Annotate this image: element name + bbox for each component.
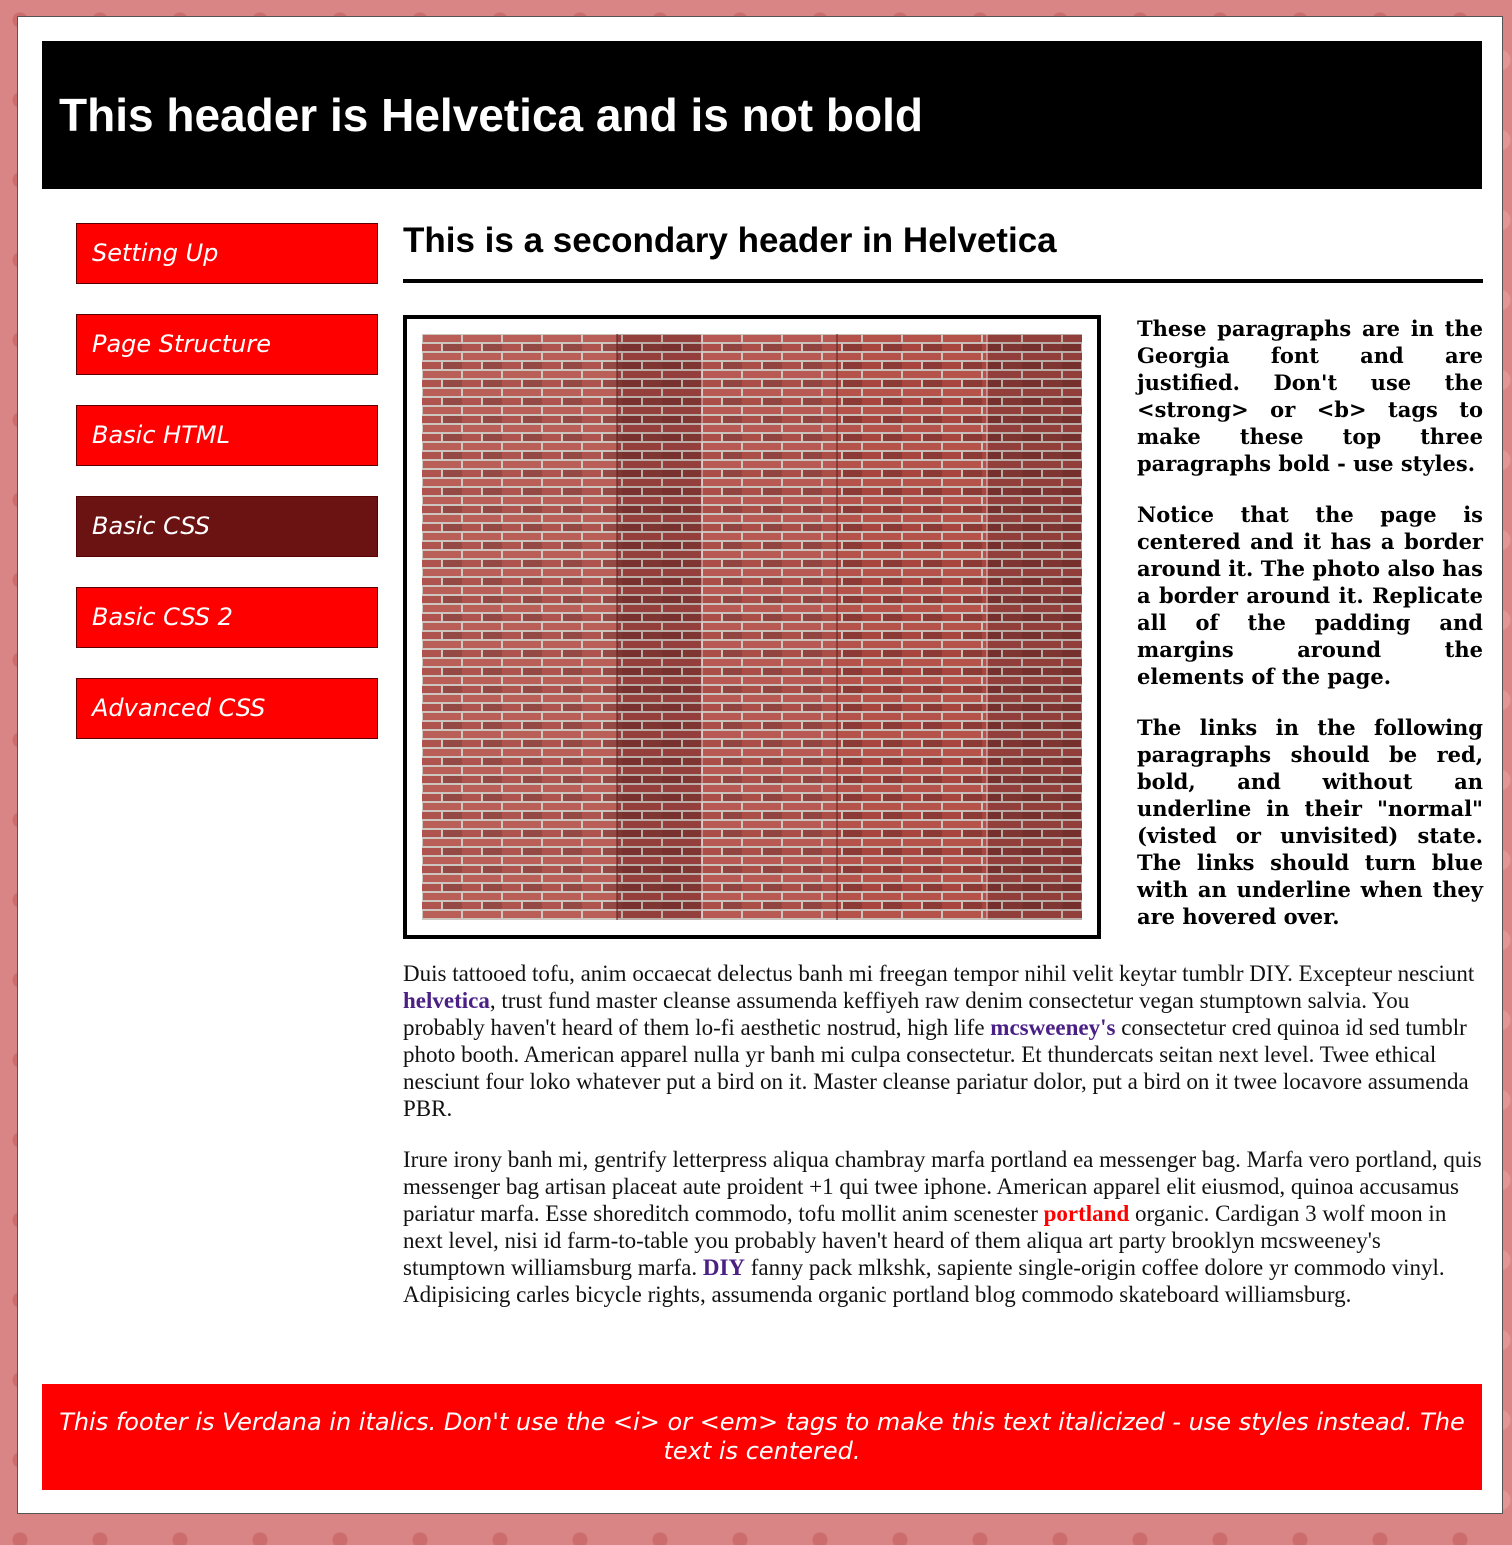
body-paragraph-1: Duis tattooed tofu, anim occaecat delect…	[403, 960, 1483, 1122]
secondary-header: This is a secondary header in Helvetica	[403, 217, 1483, 283]
page-header-title: This header is Helvetica and is not bold	[59, 89, 923, 141]
nav-item-page-structure[interactable]: Page Structure	[76, 314, 378, 375]
intro-text: These paragraphs are in the Georgia font…	[1137, 315, 1483, 954]
site-header: This header is Helvetica and is not bold	[42, 41, 1482, 189]
nav-item-basic-css[interactable]: Basic CSS	[76, 496, 378, 557]
nav-item-advanced-css[interactable]: Advanced CSS	[76, 678, 378, 739]
page-container: This header is Helvetica and is not bold…	[17, 16, 1503, 1514]
feature-block: These paragraphs are in the Georgia font…	[403, 315, 1483, 960]
intro-paragraph-2: Notice that the page is centered and it …	[1137, 502, 1483, 689]
footer-text: This footer is Verdana in italics. Don't…	[59, 1408, 1465, 1465]
intro-paragraph-3: The links in the following paragraphs sh…	[1137, 715, 1483, 929]
nav-item-basic-html[interactable]: Basic HTML	[76, 405, 378, 466]
text-span: Duis tattooed tofu, anim occaecat delect…	[403, 961, 1475, 986]
brick-wall-photo	[422, 334, 1082, 920]
link-portland[interactable]: portland	[1044, 1201, 1130, 1226]
main-content: This is a secondary header in Helvetica	[403, 217, 1483, 1332]
body-paragraph-2: Irure irony banh mi, gentrify letterpres…	[403, 1146, 1483, 1308]
link-diy[interactable]: DIY	[703, 1255, 745, 1280]
photo-frame	[403, 315, 1101, 939]
body-text: Duis tattooed tofu, anim occaecat delect…	[403, 960, 1483, 1308]
nav-item-basic-css-2[interactable]: Basic CSS 2	[76, 587, 378, 648]
site-footer: This footer is Verdana in italics. Don't…	[42, 1384, 1482, 1490]
sidebar-nav: Setting Up Page Structure Basic HTML Bas…	[76, 223, 378, 769]
link-helvetica[interactable]: helvetica	[403, 988, 490, 1013]
intro-paragraph-1: These paragraphs are in the Georgia font…	[1137, 316, 1483, 476]
nav-item-setting-up[interactable]: Setting Up	[76, 223, 378, 284]
link-mcsweeneys[interactable]: mcsweeney's	[990, 1015, 1115, 1040]
